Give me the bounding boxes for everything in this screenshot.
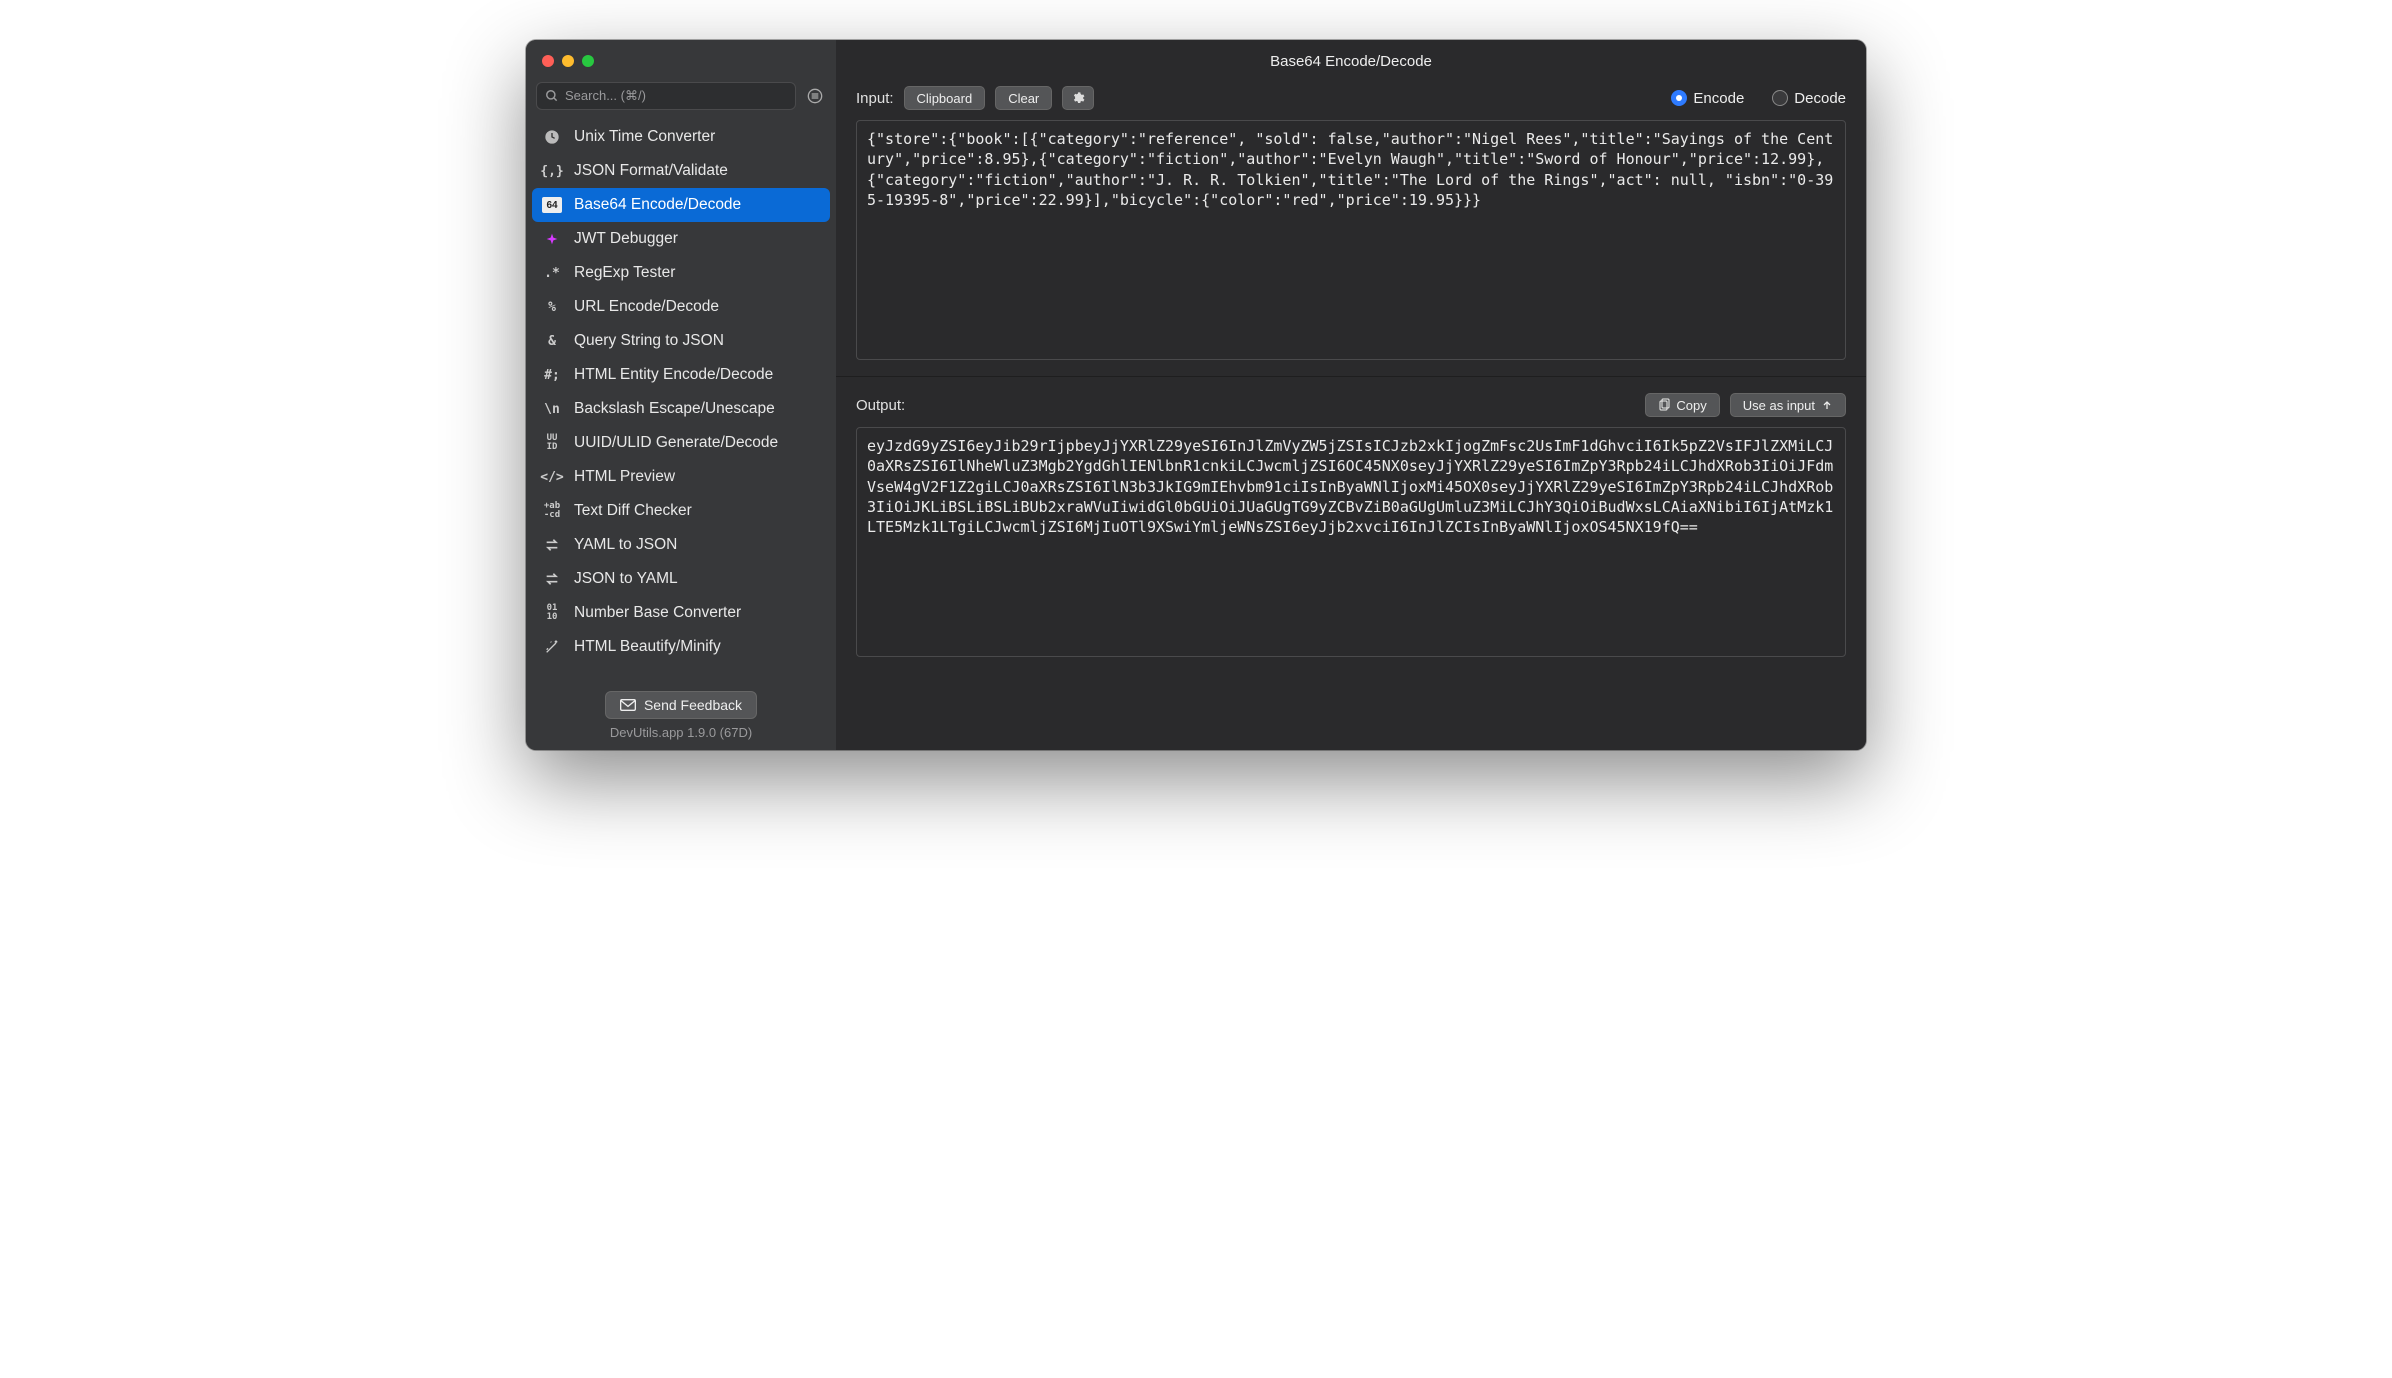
code-icon: </> xyxy=(542,467,562,487)
sidebar-item-backslash-escape-unescape[interactable]: \n Backslash Escape/Unescape xyxy=(532,392,830,426)
output-toolbar: Output: Copy Use as input xyxy=(856,393,1846,417)
sidebar-item-jwt-debugger[interactable]: JWT Debugger xyxy=(532,222,830,256)
sidebar-item-label: Unix Time Converter xyxy=(574,128,715,146)
clipboard-button[interactable]: Clipboard xyxy=(904,86,986,110)
sidebar-item-yaml-to-json[interactable]: YAML to JSON xyxy=(532,528,830,562)
sidebar-item-label: JSON to YAML xyxy=(574,570,678,588)
search-placeholder: Search... (⌘/) xyxy=(565,88,646,104)
swap-icon xyxy=(542,535,562,555)
sidebar-item-label: JSON Format/Validate xyxy=(574,162,728,180)
bin-icon: 0110 xyxy=(542,603,562,623)
sidebar-options-button[interactable] xyxy=(804,85,826,107)
sidebar-item-uuid-ulid-generate-decode[interactable]: UUID UUID/ULID Generate/Decode xyxy=(532,426,830,460)
sidebar-item-label: RegExp Tester xyxy=(574,264,675,282)
encode-radio[interactable]: Encode xyxy=(1671,90,1744,107)
use-as-input-button[interactable]: Use as input xyxy=(1730,393,1846,417)
main-panel: Base64 Encode/Decode Input: Clipboard Cl… xyxy=(836,40,1866,750)
sidebar-item-unix-time-converter[interactable]: Unix Time Converter xyxy=(532,120,830,154)
sidebar-item-label: UUID/ULID Generate/Decode xyxy=(574,434,778,452)
copy-button[interactable]: Copy xyxy=(1645,393,1719,417)
sidebar-item-query-string-to-json[interactable]: &Query String to JSON xyxy=(532,324,830,358)
sidebar-item-text-diff-checker[interactable]: +ab-cd Text Diff Checker xyxy=(532,494,830,528)
window-controls xyxy=(526,40,836,82)
tool-list[interactable]: Unix Time Converter {,} JSON Format/Valida… xyxy=(526,118,836,683)
jwt-icon xyxy=(542,229,562,249)
radio-dot-icon xyxy=(1671,90,1687,106)
wand-icon xyxy=(542,637,562,657)
sidebar: Search... (⌘/) Unix Time Converter {,} JSO… xyxy=(526,40,836,750)
amp-icon: & xyxy=(542,331,562,351)
output-label: Output: xyxy=(856,397,905,414)
output-textarea[interactable]: eyJzdG9yZSI6eyJib29rIjpbeyJjYXRlZ29yeSI6… xyxy=(856,427,1846,657)
b64-icon: 64 xyxy=(542,195,562,215)
swap-icon xyxy=(542,569,562,589)
sidebar-item-label: Base64 Encode/Decode xyxy=(574,196,741,214)
sidebar-item-regexp-tester[interactable]: .* RegExp Tester xyxy=(532,256,830,290)
settings-button[interactable] xyxy=(1062,86,1094,110)
sidebar-item-number-base-converter[interactable]: 0110 Number Base Converter xyxy=(532,596,830,630)
braces-icon: {,} xyxy=(542,161,562,181)
feedback-label: Send Feedback xyxy=(644,697,742,713)
decode-radio[interactable]: Decode xyxy=(1772,90,1846,107)
hash-icon: #; xyxy=(542,365,562,385)
sidebar-item-label: JWT Debugger xyxy=(574,230,678,248)
zoom-window-button[interactable] xyxy=(582,55,594,67)
diff-icon: +ab-cd xyxy=(542,501,562,521)
input-textarea[interactable]: {"store":{"book":[{"category":"reference… xyxy=(856,120,1846,360)
input-toolbar: Input: Clipboard Clear Encode Decode xyxy=(856,86,1846,110)
copy-icon xyxy=(1658,398,1670,412)
radio-dot-icon xyxy=(1772,90,1788,106)
sidebar-item-html-preview[interactable]: </> HTML Preview xyxy=(532,460,830,494)
sidebar-item-label: Backslash Escape/Unescape xyxy=(574,400,775,418)
sidebar-item-label: YAML to JSON xyxy=(574,536,677,554)
list-icon xyxy=(807,88,823,104)
sidebar-item-label: Text Diff Checker xyxy=(574,502,692,520)
send-feedback-button[interactable]: Send Feedback xyxy=(605,691,757,719)
search-input[interactable]: Search... (⌘/) xyxy=(536,82,796,110)
mail-icon xyxy=(620,699,636,711)
decode-label: Decode xyxy=(1794,90,1846,107)
search-icon xyxy=(545,89,559,103)
minimize-window-button[interactable] xyxy=(562,55,574,67)
sidebar-item-url-encode-decode[interactable]: % URL Encode/Decode xyxy=(532,290,830,324)
page-title: Base64 Encode/Decode xyxy=(836,40,1866,82)
encode-label: Encode xyxy=(1693,90,1744,107)
uuid-icon: UUID xyxy=(542,433,562,453)
sidebar-item-json-to-yaml[interactable]: JSON to YAML xyxy=(532,562,830,596)
clock-icon xyxy=(542,127,562,147)
app-window: Search... (⌘/) Unix Time Converter {,} JSO… xyxy=(526,40,1866,750)
sidebar-item-label: HTML Entity Encode/Decode xyxy=(574,366,773,384)
close-window-button[interactable] xyxy=(542,55,554,67)
regex-icon: .* xyxy=(542,263,562,283)
gear-icon xyxy=(1071,91,1085,105)
sidebar-item-html-entity-encode-decode[interactable]: #; HTML Entity Encode/Decode xyxy=(532,358,830,392)
sidebar-item-label: Query String to JSON xyxy=(574,332,724,350)
sidebar-item-label: URL Encode/Decode xyxy=(574,298,719,316)
sidebar-item-label: HTML Preview xyxy=(574,468,675,486)
sidebar-item-base64-encode-decode[interactable]: 64 Base64 Encode/Decode xyxy=(532,188,830,222)
clear-button[interactable]: Clear xyxy=(995,86,1052,110)
sidebar-item-label: Number Base Converter xyxy=(574,604,741,622)
input-label: Input: xyxy=(856,90,894,107)
sidebar-item-html-beautify-minify[interactable]: HTML Beautify/Minify xyxy=(532,630,830,664)
version-label: DevUtils.app 1.9.0 (67D) xyxy=(610,725,752,740)
divider xyxy=(836,376,1866,377)
percent-icon: % xyxy=(542,297,562,317)
arrow-up-icon xyxy=(1821,399,1833,411)
sidebar-item-json-format-validate[interactable]: {,} JSON Format/Validate xyxy=(532,154,830,188)
sidebar-footer: Send Feedback DevUtils.app 1.9.0 (67D) xyxy=(526,683,836,750)
sidebar-item-label: HTML Beautify/Minify xyxy=(574,638,721,656)
backslash-icon: \n xyxy=(542,399,562,419)
